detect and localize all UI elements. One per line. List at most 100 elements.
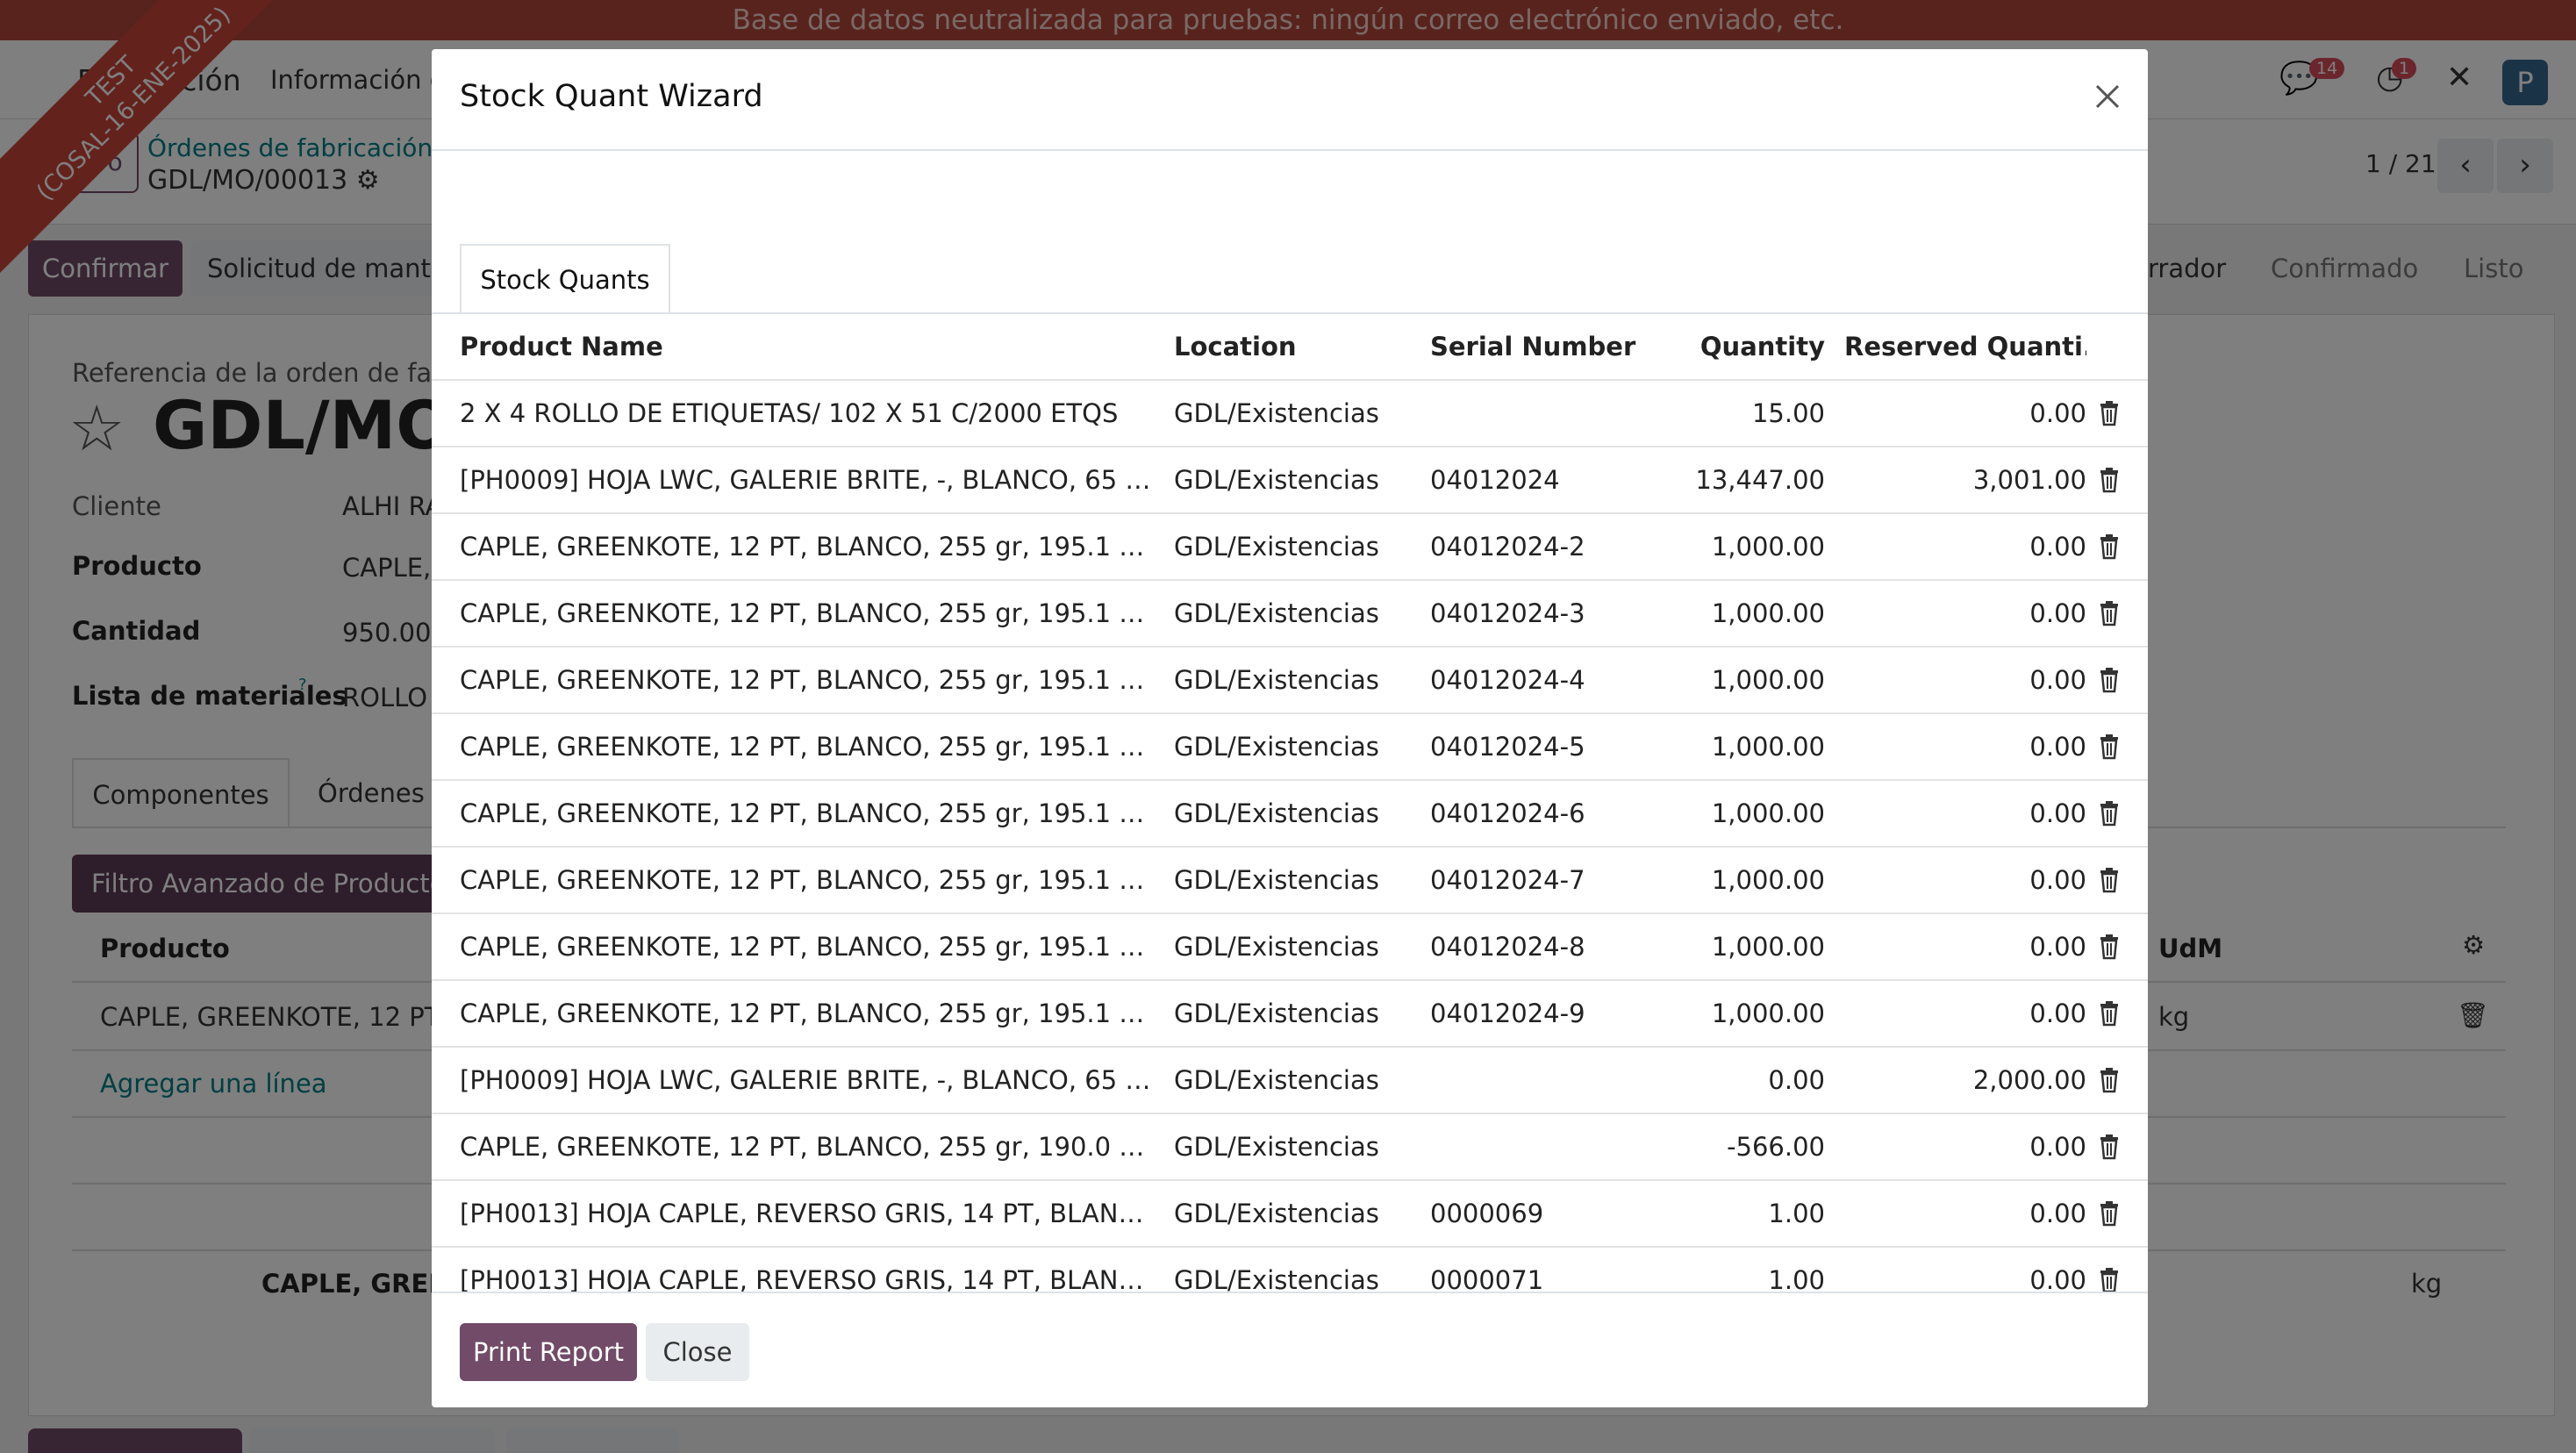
table-row[interactable]: 2 X 4 ROLLO DE ETIQUETAS/ 102 X 51 C/200… <box>432 381 2148 447</box>
cell-serial-number[interactable] <box>1430 1114 1649 1179</box>
cell-serial-number[interactable]: 04012024-5 <box>1430 714 1649 779</box>
cell-quantity[interactable]: 1,000.00 <box>1658 581 1825 646</box>
cell-location[interactable]: GDL/Existencias <box>1174 1248 1420 1292</box>
table-row[interactable]: CAPLE, GREENKOTE, 12 PT, BLANCO, 255 gr,… <box>432 914 2148 981</box>
cell-product-name[interactable]: CAPLE, GREENKOTE, 12 PT, BLANCO, 255 gr,… <box>460 1114 1153 1179</box>
table-row[interactable]: CAPLE, GREENKOTE, 12 PT, BLANCO, 255 gr,… <box>432 581 2148 648</box>
table-row[interactable]: CAPLE, GREENKOTE, 12 PT, BLANCO, 255 gr,… <box>432 848 2148 914</box>
cell-product-name[interactable]: 2 X 4 ROLLO DE ETIQUETAS/ 102 X 51 C/200… <box>460 381 1153 446</box>
cell-reserved-quantity[interactable]: 0.00 <box>1844 714 2086 779</box>
table-row[interactable]: CAPLE, GREENKOTE, 12 PT, BLANCO, 255 gr,… <box>432 648 2148 714</box>
cell-location[interactable]: GDL/Existencias <box>1174 447 1420 512</box>
cell-reserved-quantity[interactable]: 0.00 <box>1844 581 2086 646</box>
cell-quantity[interactable]: 1,000.00 <box>1658 914 1825 979</box>
trash-icon[interactable] <box>2099 867 2120 893</box>
cell-reserved-quantity[interactable]: 0.00 <box>1844 381 2086 446</box>
cell-serial-number[interactable]: 04012024-3 <box>1430 581 1649 646</box>
trash-icon[interactable] <box>2099 600 2120 626</box>
header-product-name[interactable]: Product Name <box>460 314 1153 379</box>
cell-serial-number[interactable]: 04012024-8 <box>1430 914 1649 979</box>
cell-quantity[interactable]: 1,000.00 <box>1658 648 1825 712</box>
cell-serial-number[interactable]: 0000069 <box>1430 1181 1649 1246</box>
cell-location[interactable]: GDL/Existencias <box>1174 581 1420 646</box>
cell-quantity[interactable]: 1.00 <box>1658 1248 1825 1292</box>
cell-quantity[interactable]: 15.00 <box>1658 381 1825 446</box>
cell-serial-number[interactable]: 04012024-2 <box>1430 514 1649 579</box>
table-row[interactable]: CAPLE, GREENKOTE, 12 PT, BLANCO, 255 gr,… <box>432 714 2148 781</box>
trash-icon[interactable] <box>2099 1067 2120 1093</box>
table-row[interactable]: CAPLE, GREENKOTE, 12 PT, BLANCO, 255 gr,… <box>432 781 2148 848</box>
cell-location[interactable]: GDL/Existencias <box>1174 381 1420 446</box>
table-row[interactable]: CAPLE, GREENKOTE, 12 PT, BLANCO, 255 gr,… <box>432 981 2148 1048</box>
trash-icon[interactable] <box>2099 1134 2120 1160</box>
cell-product-name[interactable]: CAPLE, GREENKOTE, 12 PT, BLANCO, 255 gr,… <box>460 714 1153 779</box>
table-row[interactable]: CAPLE, GREENKOTE, 12 PT, BLANCO, 255 gr,… <box>432 1114 2148 1181</box>
cell-reserved-quantity[interactable]: 0.00 <box>1844 514 2086 579</box>
trash-icon[interactable] <box>2099 1267 2120 1292</box>
cell-reserved-quantity[interactable]: 0.00 <box>1844 781 2086 846</box>
cell-quantity[interactable]: 1,000.00 <box>1658 514 1825 579</box>
table-row[interactable]: [PH0009] HOJA LWC, GALERIE BRITE, -, BLA… <box>432 447 2148 514</box>
cell-location[interactable]: GDL/Existencias <box>1174 1048 1420 1113</box>
trash-icon[interactable] <box>2099 667 2120 693</box>
cell-reserved-quantity[interactable]: 0.00 <box>1844 648 2086 712</box>
trash-icon[interactable] <box>2099 934 2120 960</box>
cell-reserved-quantity[interactable]: 0.00 <box>1844 1114 2086 1179</box>
cell-quantity[interactable]: 13,447.00 <box>1658 447 1825 512</box>
cell-serial-number[interactable]: 04012024-4 <box>1430 648 1649 712</box>
table-row[interactable]: [PH0013] HOJA CAPLE, REVERSO GRIS, 14 PT… <box>432 1248 2148 1292</box>
cell-quantity[interactable]: 0.00 <box>1658 1048 1825 1113</box>
cell-quantity[interactable]: -566.00 <box>1658 1114 1825 1179</box>
cell-serial-number[interactable]: 04012024-6 <box>1430 781 1649 846</box>
cell-serial-number[interactable]: 0000071 <box>1430 1248 1649 1292</box>
cell-product-name[interactable]: CAPLE, GREENKOTE, 12 PT, BLANCO, 255 gr,… <box>460 781 1153 846</box>
cell-quantity[interactable]: 1,000.00 <box>1658 848 1825 913</box>
cell-reserved-quantity[interactable]: 0.00 <box>1844 914 2086 979</box>
close-button[interactable]: Close <box>646 1323 749 1381</box>
table-row[interactable]: CAPLE, GREENKOTE, 12 PT, BLANCO, 255 gr,… <box>432 514 2148 581</box>
cell-product-name[interactable]: CAPLE, GREENKOTE, 12 PT, BLANCO, 255 gr,… <box>460 981 1153 1046</box>
cell-location[interactable]: GDL/Existencias <box>1174 514 1420 579</box>
tab-stock-quants[interactable]: Stock Quants <box>460 244 670 314</box>
cell-quantity[interactable]: 1,000.00 <box>1658 981 1825 1046</box>
trash-icon[interactable] <box>2099 533 2120 560</box>
cell-location[interactable]: GDL/Existencias <box>1174 848 1420 913</box>
cell-product-name[interactable]: CAPLE, GREENKOTE, 12 PT, BLANCO, 255 gr,… <box>460 914 1153 979</box>
header-serial-number[interactable]: Serial Number <box>1430 314 1649 379</box>
cell-product-name[interactable]: CAPLE, GREENKOTE, 12 PT, BLANCO, 255 gr,… <box>460 648 1153 712</box>
trash-icon[interactable] <box>2099 400 2120 426</box>
cell-serial-number[interactable] <box>1430 1048 1649 1113</box>
cell-location[interactable]: GDL/Existencias <box>1174 781 1420 846</box>
cell-location[interactable]: GDL/Existencias <box>1174 1181 1420 1246</box>
cell-quantity[interactable]: 1,000.00 <box>1658 714 1825 779</box>
trash-icon[interactable] <box>2099 1000 2120 1027</box>
header-quantity[interactable]: Quantity <box>1658 314 1825 379</box>
cell-serial-number[interactable]: 04012024 <box>1430 447 1649 512</box>
cell-product-name[interactable]: CAPLE, GREENKOTE, 12 PT, BLANCO, 255 gr,… <box>460 514 1153 579</box>
cell-reserved-quantity[interactable]: 0.00 <box>1844 1248 2086 1292</box>
trash-icon[interactable] <box>2099 467 2120 493</box>
header-location[interactable]: Location <box>1174 314 1420 379</box>
cell-product-name[interactable]: [PH0009] HOJA LWC, GALERIE BRITE, -, BLA… <box>460 447 1153 512</box>
cell-product-name[interactable]: CAPLE, GREENKOTE, 12 PT, BLANCO, 255 gr,… <box>460 581 1153 646</box>
cell-location[interactable]: GDL/Existencias <box>1174 714 1420 779</box>
cell-product-name[interactable]: [PH0009] HOJA LWC, GALERIE BRITE, -, BLA… <box>460 1048 1153 1113</box>
cell-reserved-quantity[interactable]: 0.00 <box>1844 848 2086 913</box>
cell-reserved-quantity[interactable]: 0.00 <box>1844 981 2086 1046</box>
close-icon[interactable] <box>2086 75 2129 118</box>
cell-location[interactable]: GDL/Existencias <box>1174 914 1420 979</box>
cell-location[interactable]: GDL/Existencias <box>1174 648 1420 712</box>
table-row[interactable]: [PH0013] HOJA CAPLE, REVERSO GRIS, 14 PT… <box>432 1181 2148 1248</box>
trash-icon[interactable] <box>2099 734 2120 760</box>
cell-reserved-quantity[interactable]: 0.00 <box>1844 1181 2086 1246</box>
trash-icon[interactable] <box>2099 800 2120 827</box>
cell-location[interactable]: GDL/Existencias <box>1174 1114 1420 1179</box>
cell-product-name[interactable]: [PH0013] HOJA CAPLE, REVERSO GRIS, 14 PT… <box>460 1181 1153 1246</box>
cell-serial-number[interactable]: 04012024-9 <box>1430 981 1649 1046</box>
trash-icon[interactable] <box>2099 1200 2120 1227</box>
cell-location[interactable]: GDL/Existencias <box>1174 981 1420 1046</box>
cell-reserved-quantity[interactable]: 3,001.00 <box>1844 447 2086 512</box>
cell-serial-number[interactable] <box>1430 381 1649 446</box>
cell-serial-number[interactable]: 04012024-7 <box>1430 848 1649 913</box>
cell-reserved-quantity[interactable]: 2,000.00 <box>1844 1048 2086 1113</box>
